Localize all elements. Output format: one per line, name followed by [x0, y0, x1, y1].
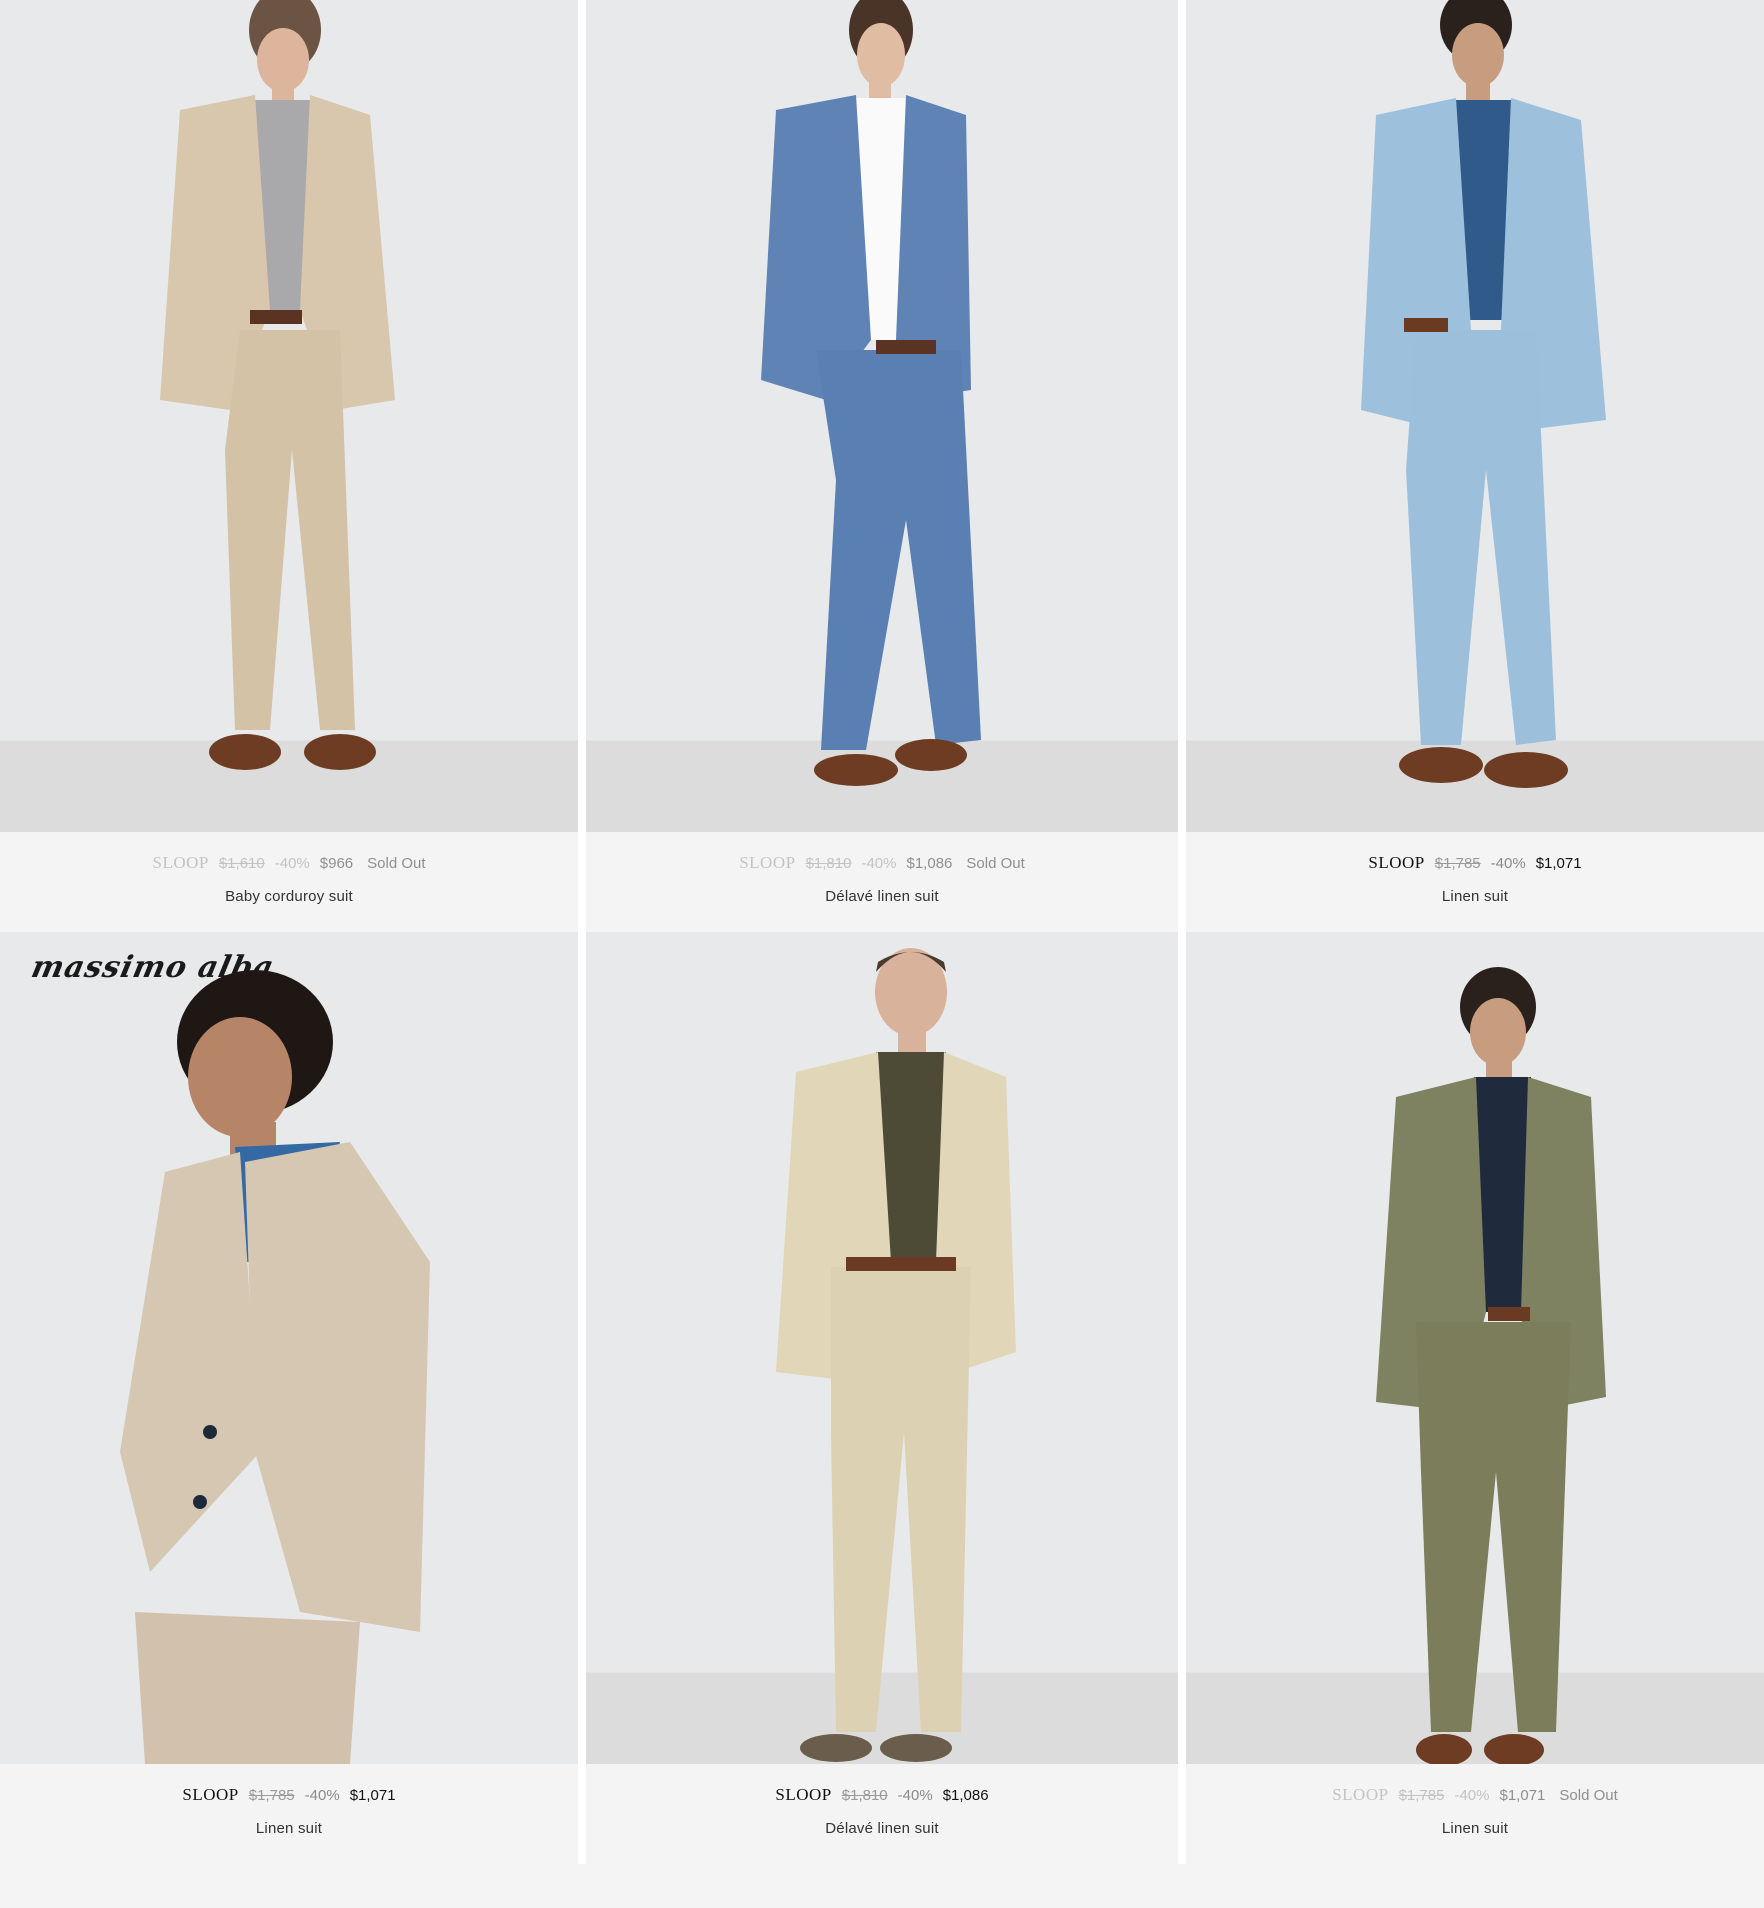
product-image[interactable] — [1186, 932, 1764, 1764]
product-info[interactable]: SLOOP $1,810 -40% $1,086 Sold Out Délavé… — [586, 832, 1178, 932]
sold-out-label: Sold Out — [1559, 1787, 1618, 1804]
model-figure — [160, 0, 395, 770]
sale-price: $966 — [319, 855, 354, 872]
sale-price: $1,071 — [349, 1787, 396, 1804]
product-info[interactable]: SLOOP $1,785 -40% $1,071 Linen suit — [0, 1764, 578, 1864]
product-card[interactable]: SLOOP $1,810 -40% $1,086 Sold Out Délavé… — [586, 0, 1178, 932]
brand-label: SLOOP — [1332, 1785, 1389, 1804]
product-info[interactable]: SLOOP $1,785 -40% $1,071 Sold Out Linen … — [1186, 1764, 1764, 1864]
product-name[interactable]: Baby corduroy suit — [225, 888, 353, 905]
discount-badge: -40% — [1454, 1787, 1490, 1804]
product-card[interactable]: SLOOP $1,810 -40% $1,086 Délavé linen su… — [586, 932, 1178, 1864]
product-image[interactable] — [586, 932, 1178, 1764]
sold-out-label: Sold Out — [966, 855, 1025, 872]
original-price: $1,810 — [805, 855, 852, 872]
brand-label: SLOOP — [775, 1785, 832, 1804]
product-name[interactable]: Délavé linen suit — [825, 1820, 938, 1837]
discount-badge: -40% — [304, 1787, 340, 1804]
model-figure — [776, 948, 1016, 1762]
original-price: $1,610 — [218, 855, 265, 872]
sale-price: $1,071 — [1499, 1787, 1546, 1804]
discount-badge: -40% — [861, 855, 897, 872]
price-line: SLOOP $1,810 -40% $1,086 — [775, 1785, 988, 1806]
brand-label: SLOOP — [152, 853, 209, 872]
product-card[interactable]: massimo alba SLOOP $1,785 -40% $1,071 Li… — [0, 932, 578, 1864]
price-line: SLOOP $1,785 -40% $1,071 Sold Out — [1332, 1785, 1618, 1806]
discount-badge: -40% — [897, 1787, 933, 1804]
model-figure — [120, 970, 430, 1764]
product-info[interactable]: SLOOP $1,785 -40% $1,071 Linen suit — [1186, 832, 1764, 932]
original-price: $1,785 — [248, 1787, 295, 1804]
original-price: $1,810 — [841, 1787, 888, 1804]
brand-label: SLOOP — [182, 1785, 239, 1804]
price-line: SLOOP $1,610 -40% $966 Sold Out — [152, 853, 425, 874]
sold-out-label: Sold Out — [367, 855, 426, 872]
grid-gutter — [1178, 0, 1186, 1864]
product-name[interactable]: Linen suit — [1442, 888, 1508, 905]
original-price: $1,785 — [1398, 1787, 1445, 1804]
discount-badge: -40% — [274, 855, 310, 872]
product-image[interactable] — [586, 0, 1178, 832]
original-price: $1,785 — [1434, 855, 1481, 872]
product-grid: SLOOP $1,610 -40% $966 Sold Out Baby cor… — [0, 0, 1764, 1908]
product-image[interactable] — [0, 0, 578, 832]
model-figure — [1361, 0, 1606, 788]
price-line: SLOOP $1,785 -40% $1,071 — [1368, 853, 1581, 874]
model-figure — [761, 0, 981, 786]
sale-price: $1,086 — [906, 855, 953, 872]
price-line: SLOOP $1,810 -40% $1,086 Sold Out — [739, 853, 1025, 874]
product-info[interactable]: SLOOP $1,810 -40% $1,086 Délavé linen su… — [586, 1764, 1178, 1864]
grid-gutter — [578, 0, 586, 1864]
sale-price: $1,071 — [1535, 855, 1582, 872]
product-card[interactable]: SLOOP $1,785 -40% $1,071 Sold Out Linen … — [1186, 932, 1764, 1864]
product-card[interactable]: SLOOP $1,610 -40% $966 Sold Out Baby cor… — [0, 0, 578, 932]
model-figure — [1376, 967, 1606, 1764]
product-name[interactable]: Linen suit — [1442, 1820, 1508, 1837]
product-image[interactable]: massimo alba — [0, 932, 578, 1764]
product-info[interactable]: SLOOP $1,610 -40% $966 Sold Out Baby cor… — [0, 832, 578, 932]
product-card[interactable]: SLOOP $1,785 -40% $1,071 Linen suit — [1186, 0, 1764, 932]
discount-badge: -40% — [1490, 855, 1526, 872]
sale-price: $1,086 — [942, 1787, 989, 1804]
price-line: SLOOP $1,785 -40% $1,071 — [182, 1785, 395, 1806]
product-image[interactable] — [1186, 0, 1764, 832]
product-name[interactable]: Linen suit — [256, 1820, 322, 1837]
brand-label: SLOOP — [739, 853, 796, 872]
brand-label: SLOOP — [1368, 853, 1425, 872]
product-name[interactable]: Délavé linen suit — [825, 888, 938, 905]
